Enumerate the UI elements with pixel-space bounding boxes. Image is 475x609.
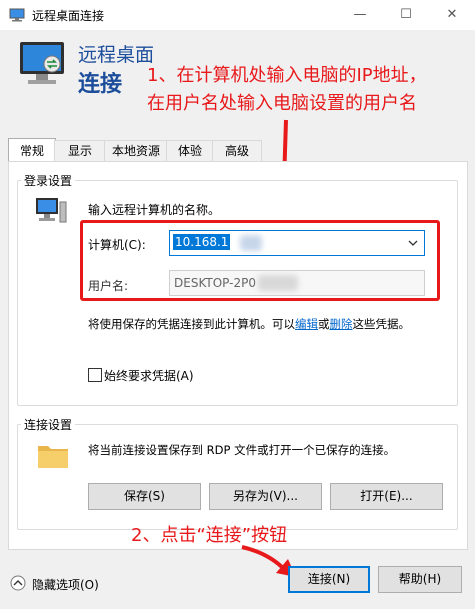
- edit-credentials-link[interactable]: 编辑: [295, 317, 318, 331]
- redacted-username: [258, 275, 298, 291]
- minimize-button[interactable]: —: [337, 0, 383, 30]
- remote-desktop-app-icon: [9, 8, 25, 22]
- computer-label: 计算机(C):: [88, 238, 146, 252]
- login-settings-title: 登录设置: [21, 172, 76, 189]
- hide-options-link[interactable]: 隐藏选项(O): [32, 576, 99, 593]
- header-title-line2: 连接: [78, 72, 123, 97]
- open-button[interactable]: 打开(E)...: [330, 483, 443, 510]
- tab-experience[interactable]: 体验: [166, 140, 214, 162]
- save-button[interactable]: 保存(S): [88, 483, 201, 510]
- connection-settings-group: [17, 424, 458, 530]
- maximize-button[interactable]: ☐: [383, 0, 429, 30]
- computer-combobox[interactable]: 10.168.1: [169, 230, 425, 256]
- collapse-up-icon[interactable]: [10, 575, 26, 591]
- folder-icon: [38, 446, 68, 468]
- tab-local-resources[interactable]: 本地资源: [104, 140, 168, 162]
- chevron-down-icon[interactable]: [408, 239, 418, 247]
- saved-note-suffix: 这些凭据。: [352, 317, 411, 331]
- tab-advanced[interactable]: 高级: [212, 140, 262, 162]
- delete-credentials-link[interactable]: 删除: [330, 317, 353, 331]
- username-label: 用户名:: [88, 279, 129, 293]
- header-title-line1: 远程桌面: [78, 44, 155, 66]
- always-ask-label: 始终要求凭据(A): [104, 369, 194, 383]
- username-field[interactable]: DESKTOP-2P0: [169, 270, 425, 296]
- connect-button[interactable]: 连接(N): [288, 566, 370, 593]
- tab-display[interactable]: 显示: [54, 140, 106, 162]
- remote-monitor-icon: [20, 42, 64, 84]
- window-title: 远程桌面连接: [32, 9, 105, 23]
- computer-input-value: 10.168.1: [173, 234, 231, 250]
- save-as-button[interactable]: 另存为(V)...: [209, 483, 322, 510]
- saved-credentials-note: 将使用保存的凭据连接到此计算机。可以编辑或删除这些凭据。: [88, 316, 410, 332]
- redacted-ip: [240, 235, 262, 251]
- or-text: 或: [318, 317, 330, 331]
- connection-description: 将当前连接设置保存到 RDP 文件或打开一个已保存的连接。: [88, 443, 396, 457]
- username-value: DESKTOP-2P0: [174, 276, 256, 290]
- login-prompt-text: 输入远程计算机的名称。: [88, 203, 221, 217]
- computer-icon: [36, 198, 67, 223]
- saved-note-prefix: 将使用保存的凭据连接到此计算机。可以: [88, 317, 295, 331]
- annotation-step1: 1、在计算机处输入电脑的IP地址， 在用户名处输入电脑设置的用户名: [147, 62, 467, 118]
- annotation-step1-line1: 1、在计算机处输入电脑的IP地址，: [147, 65, 427, 86]
- connection-settings-title: 连接设置: [21, 416, 76, 433]
- always-ask-checkbox[interactable]: [88, 368, 102, 382]
- close-button[interactable]: ✕: [429, 0, 475, 30]
- tab-general[interactable]: 常规: [8, 138, 56, 163]
- annotation-step1-line2: 在用户名处输入电脑设置的用户名: [147, 93, 417, 114]
- help-button[interactable]: 帮助(H): [378, 566, 462, 593]
